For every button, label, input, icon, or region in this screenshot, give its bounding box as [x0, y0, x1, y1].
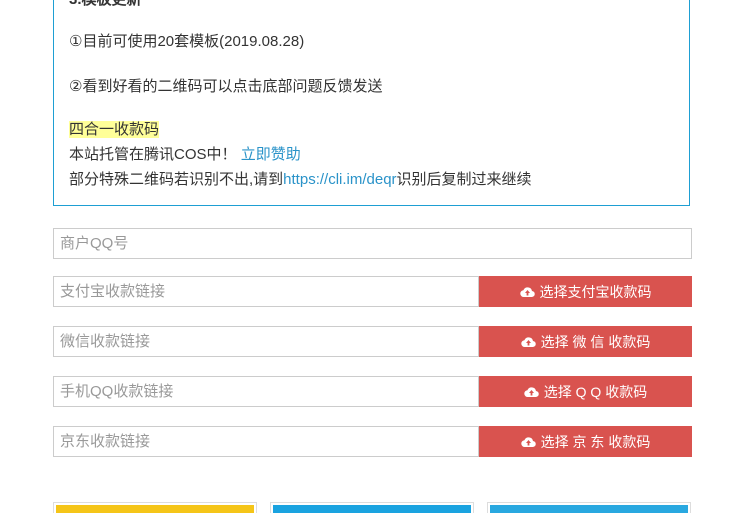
- notice-special-line: 部分特殊二维码若识别不出,请到https://cli.im/deqr识别后复制过…: [69, 170, 532, 190]
- notice-item-feedback: ②看到好看的二维码可以点击底部问题反馈发送: [69, 78, 383, 95]
- select-qq-qr-button[interactable]: 选择 Q Q 收款码: [479, 376, 692, 407]
- merchant-qq-input[interactable]: [53, 228, 692, 259]
- select-jd-qr-label: 选择 京 东 收款码: [540, 433, 651, 450]
- hosting-text: 本站托管在腾讯COS中！: [69, 146, 237, 163]
- cloud-upload-icon: [524, 386, 539, 398]
- select-jd-qr-button[interactable]: 选择 京 东 收款码: [479, 426, 692, 457]
- page: 3.模板更新 ①目前可使用20套模板(2019.08.28) ②看到好看的二维码…: [0, 0, 750, 513]
- alipay-link-input[interactable]: [53, 276, 479, 307]
- notice-heading: 3.模板更新: [69, 0, 142, 10]
- notice-highlight-line: 四合一收款码: [69, 120, 160, 140]
- notice-panel: 3.模板更新 ①目前可使用20套模板(2019.08.28) ②看到好看的二维码…: [53, 0, 690, 206]
- select-wechat-qr-button[interactable]: 选择 微 信 收款码: [479, 326, 692, 357]
- qq-link-input[interactable]: [53, 376, 479, 407]
- template-thumbnail: [490, 505, 688, 513]
- notice-hosting-line: 本站托管在腾讯COS中！ 立即赞助: [69, 145, 301, 165]
- cloud-upload-icon: [519, 286, 535, 298]
- select-alipay-qr-button[interactable]: 选择支付宝收款码: [479, 276, 692, 307]
- select-wechat-qr-label: 选择 微 信 收款码: [540, 333, 651, 350]
- select-alipay-qr-label: 选择支付宝收款码: [539, 283, 652, 300]
- highlight-text: 四合一收款码: [69, 121, 160, 138]
- special-suffix-text: 识别后复制过来继续: [396, 171, 532, 188]
- notice-item-templates: ①目前可使用20套模板(2019.08.28): [69, 33, 305, 50]
- cloud-upload-icon: [520, 336, 536, 348]
- template-tile[interactable]: [53, 502, 257, 513]
- special-prefix-text: 部分特殊二维码若识别不出,请到: [69, 171, 284, 188]
- select-qq-qr-label: 选择 Q Q 收款码: [543, 383, 648, 400]
- sponsor-link[interactable]: 立即赞助: [241, 146, 301, 163]
- cloud-upload-icon: [520, 436, 536, 448]
- template-tile[interactable]: [270, 502, 474, 513]
- jd-link-input[interactable]: [53, 426, 479, 457]
- template-thumbnail: [56, 505, 254, 513]
- template-thumbnail: [273, 505, 471, 513]
- template-tile[interactable]: [487, 502, 691, 513]
- wechat-link-input[interactable]: [53, 326, 479, 357]
- deqr-link[interactable]: https://cli.im/deqr: [283, 171, 396, 188]
- template-gallery: [53, 502, 692, 513]
